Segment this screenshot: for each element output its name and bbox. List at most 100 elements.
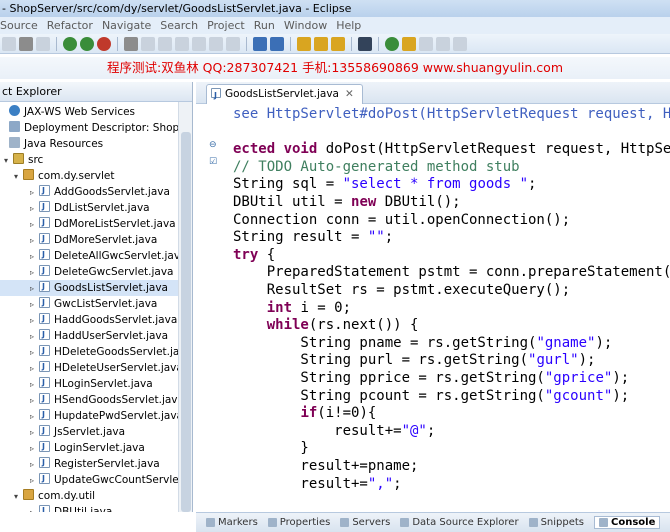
tree-item[interactable]: ▹ HDeleteGoodsServlet.java xyxy=(0,343,192,361)
java-file-icon xyxy=(39,199,50,215)
tree-item[interactable]: ▹ JsServlet.java xyxy=(0,423,178,441)
tree-item[interactable]: ▹ DeleteGwcServlet.java xyxy=(0,263,178,281)
collapsed-arrow-icon[interactable]: ▹ xyxy=(30,201,39,217)
collapsed-arrow-icon[interactable]: ▹ xyxy=(30,217,39,233)
code-token: "gprice" xyxy=(544,370,613,386)
menu-search[interactable]: Search xyxy=(160,17,198,34)
show-whitespace-icon[interactable] xyxy=(419,36,433,51)
tree-item[interactable]: ▹ DdMoreServlet.java xyxy=(0,231,178,249)
step-over-icon[interactable] xyxy=(209,36,223,51)
code-token: DBUtil(); xyxy=(376,194,461,210)
menu-source[interactable]: Source xyxy=(0,17,38,34)
collapsed-arrow-icon[interactable]: ▹ xyxy=(30,233,39,249)
tree-item[interactable]: ▹ HLoginServlet.java xyxy=(0,375,178,393)
tree-item[interactable]: ▹ GoodsListServlet.java xyxy=(0,279,178,297)
project-explorer-tab[interactable]: ct Explorer xyxy=(0,82,192,102)
tree-item[interactable]: ▹ LoginServlet.java xyxy=(0,439,178,457)
tree-item[interactable]: ▹ DdListServlet.java xyxy=(0,199,178,217)
suspend-icon[interactable] xyxy=(158,36,172,51)
tree-item[interactable]: ▾ com.dy.servlet xyxy=(0,168,178,184)
code-token: ); xyxy=(578,352,596,369)
new-server-icon[interactable] xyxy=(253,36,267,51)
toggle-mark-occurrences-icon[interactable] xyxy=(402,36,416,51)
tree-item[interactable]: ▹ GwcListServlet.java xyxy=(0,295,178,313)
bottom-tab-snippets[interactable]: Snippets xyxy=(528,517,584,528)
explorer-scrollbar[interactable] xyxy=(178,102,192,532)
tree-item[interactable]: ▹ DeleteAllGwcServlet.java xyxy=(0,247,187,265)
tree-item[interactable]: ▹ DdMoreListServlet.java xyxy=(0,215,178,233)
tree-item[interactable]: ▹ HaddUserServlet.java xyxy=(0,327,178,345)
resume-icon[interactable] xyxy=(141,36,155,51)
tree-item-label: GwcListServlet.java xyxy=(54,298,158,310)
tree-item[interactable]: ▾ src xyxy=(0,152,178,168)
toolbar-button[interactable] xyxy=(2,36,16,51)
open-type-icon[interactable] xyxy=(297,36,311,51)
menu-run[interactable]: Run xyxy=(254,17,275,34)
tree-item[interactable]: ▹ HDeleteUserServlet.java xyxy=(0,359,183,377)
collapsed-arrow-icon[interactable]: ▹ xyxy=(30,185,39,201)
collapsed-arrow-icon[interactable]: ▹ xyxy=(30,297,39,313)
bottom-tab-servers[interactable]: Servers xyxy=(340,517,390,528)
tree-item[interactable]: ▹ UpdateGwcCountServlet.ja xyxy=(0,471,192,489)
bottom-tab-console[interactable]: Console xyxy=(594,516,661,529)
expanded-arrow-icon[interactable]: ▾ xyxy=(14,489,23,505)
skip-breakpoints-icon[interactable] xyxy=(124,36,138,51)
collapsed-arrow-icon[interactable]: ▹ xyxy=(30,313,39,329)
expanded-arrow-icon[interactable]: ▾ xyxy=(4,153,13,169)
bottom-tab-data-source-explorer[interactable]: Data Source Explorer xyxy=(400,517,519,528)
menu-window[interactable]: Window xyxy=(284,17,327,34)
expanded-arrow-icon[interactable]: ▾ xyxy=(14,169,23,185)
globe-icon[interactable] xyxy=(358,36,372,51)
print-icon[interactable] xyxy=(36,36,50,51)
tree-item[interactable]: Deployment Descriptor: ShopServer xyxy=(0,120,192,136)
next-annotation-icon[interactable] xyxy=(385,36,399,51)
bottom-tab-markers[interactable]: Markers xyxy=(206,517,258,528)
collapsed-arrow-icon[interactable]: ▹ xyxy=(30,409,39,425)
tree-item[interactable]: ▹ HSendGoodsServlet.java xyxy=(0,391,184,409)
terminate-icon[interactable] xyxy=(175,36,189,51)
tree-item[interactable]: ▹ RegisterServlet.java xyxy=(0,455,178,473)
tree-item[interactable]: ▹ HaddGoodsServlet.java xyxy=(0,311,178,329)
collapsed-arrow-icon[interactable]: ▹ xyxy=(30,361,39,377)
back-icon[interactable] xyxy=(436,36,450,51)
new-java-icon[interactable] xyxy=(270,36,284,51)
save-icon[interactable] xyxy=(19,36,33,51)
collapsed-arrow-icon[interactable]: ▹ xyxy=(30,249,39,265)
menu-refactor[interactable]: Refactor xyxy=(47,17,93,34)
menu-help[interactable]: Help xyxy=(336,17,361,34)
editor-tab-goodslistservlet[interactable]: GoodsListServlet.java ✕ xyxy=(206,84,363,105)
tree-item[interactable]: JAX-WS Web Services xyxy=(0,104,178,120)
search-icon[interactable] xyxy=(331,36,345,51)
collapsed-arrow-icon[interactable]: ▹ xyxy=(30,441,39,457)
collapsed-arrow-icon[interactable]: ▹ xyxy=(30,473,39,489)
open-folder-icon[interactable] xyxy=(314,36,328,51)
fold-collapse-icon[interactable]: ⊖ xyxy=(209,140,217,150)
explorer-scrollbar-thumb[interactable] xyxy=(181,132,191,512)
collapsed-arrow-icon[interactable]: ▹ xyxy=(30,393,39,409)
collapsed-arrow-icon[interactable]: ▹ xyxy=(30,265,39,281)
tree-item-label: HupdatePwdServlet.java xyxy=(54,410,183,422)
code-token: while xyxy=(266,317,309,334)
collapsed-arrow-icon[interactable]: ▹ xyxy=(30,425,39,441)
forward-icon[interactable] xyxy=(453,36,467,51)
collapsed-arrow-icon[interactable]: ▹ xyxy=(30,329,39,345)
collapsed-arrow-icon[interactable]: ▹ xyxy=(30,457,39,473)
tree-item[interactable]: ▹ HupdatePwdServlet.java xyxy=(0,407,183,425)
tree-item[interactable]: Java Resources xyxy=(0,136,178,152)
step-return-icon[interactable] xyxy=(226,36,240,51)
debug-icon[interactable] xyxy=(63,36,77,51)
collapsed-arrow-icon[interactable]: ▹ xyxy=(30,377,39,393)
bottom-tab-properties[interactable]: Properties xyxy=(267,517,330,528)
run-icon[interactable] xyxy=(80,36,94,51)
collapsed-arrow-icon[interactable]: ▹ xyxy=(30,345,39,361)
close-icon[interactable]: ✕ xyxy=(345,88,354,100)
menu-navigate[interactable]: Navigate xyxy=(102,17,151,34)
code-line: PreparedStatement pstmt = conn.prepareSt… xyxy=(233,264,670,282)
tree-item[interactable]: ▹ AddGoodsServlet.java xyxy=(0,183,178,201)
collapsed-arrow-icon[interactable]: ▹ xyxy=(30,281,39,297)
menu-project[interactable]: Project xyxy=(207,17,245,34)
code-editor[interactable]: see HttpServlet#doPost(HttpServletReques… xyxy=(233,104,670,512)
external-tools-icon[interactable] xyxy=(97,36,111,51)
step-into-icon[interactable] xyxy=(192,36,206,51)
tree-item[interactable]: ▾ com.dy.util xyxy=(0,488,178,504)
